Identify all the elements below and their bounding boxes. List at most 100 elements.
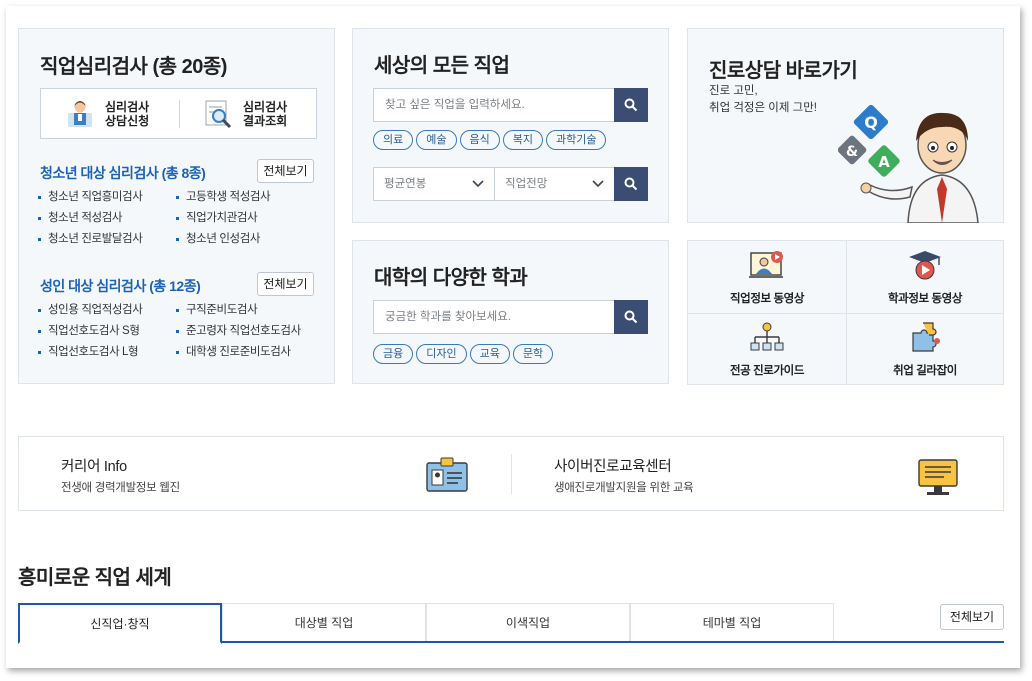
- list-item[interactable]: 청소년 인성검사: [176, 229, 270, 250]
- cyber-center-link[interactable]: 사이버진로교육센터 생애진로개발지원을 위한 교육: [512, 437, 1003, 510]
- qa-counselor-illustration-icon: Q & A: [838, 104, 979, 223]
- job-search-box: 찾고 싶은 직업을 입력하세요.: [373, 88, 648, 122]
- grid-item-label: 전공 진로가이드: [729, 365, 805, 377]
- grid-item-job-guide[interactable]: 취업 길라잡이: [846, 313, 1004, 385]
- tag-chip[interactable]: 예술: [416, 130, 457, 150]
- result-lookup-link[interactable]: 심리검사 결과조회: [203, 89, 287, 138]
- quick-grid-panel: 직업정보 동영상 학과정보 동영상 전공 진로가이드 취업 길라잡이: [687, 240, 1004, 385]
- adult-test-list-left: 성인용 직업적성검사 직업선호도검사 S형 직업선호도검사 L형: [38, 300, 143, 363]
- tag-chip[interactable]: 디자인: [416, 344, 467, 364]
- tag-chip[interactable]: 교육: [469, 344, 510, 364]
- youth-test-list-left: 청소년 직업흥미검사 청소년 적성검사 청소년 진로발달검사: [38, 187, 143, 250]
- tab-new-jobs[interactable]: 신직업·창직: [18, 603, 222, 644]
- search-icon: [624, 177, 638, 191]
- org-chart-icon: [750, 322, 784, 351]
- chevron-down-icon: [592, 180, 604, 188]
- list-item[interactable]: 구직준비도검사: [176, 300, 301, 321]
- tag-chip[interactable]: 금융: [373, 344, 414, 364]
- majors-panel: 대학의 다양한 학과 궁금한 학과를 찾아보세요. 금융 디자인 교육 문학: [352, 240, 669, 384]
- banner-left-title: 커리어 Info: [61, 459, 127, 475]
- tab-by-target[interactable]: 대상별 직업: [222, 603, 426, 641]
- counsel-subtitle: 진로 고민, 취업 걱정은 이제 그만!: [709, 83, 817, 117]
- outlook-select[interactable]: 직업전망: [494, 167, 615, 201]
- tag-chip[interactable]: 음식: [459, 130, 500, 150]
- svg-text:&: &: [846, 144, 858, 160]
- career-info-link[interactable]: 커리어 Info 전생애 경력개발정보 웹진: [19, 437, 511, 510]
- magnifier-doc-icon: [205, 100, 232, 128]
- list-item[interactable]: 직업선호도검사 S형: [38, 321, 142, 342]
- list-item[interactable]: 청소년 적성검사: [38, 208, 142, 229]
- chevron-down-icon: [472, 180, 484, 188]
- banner-right-sub: 생애진로개발지원을 위한 교육: [554, 482, 694, 494]
- salary-select-value: 평균연봉: [384, 178, 427, 190]
- major-search-input[interactable]: 궁금한 학과를 찾아보세요.: [385, 301, 511, 333]
- panel-title: 대학의 다양한 학과: [374, 267, 528, 289]
- major-video-icon: [909, 251, 941, 280]
- tag-chip[interactable]: 의료: [373, 130, 414, 150]
- grid-item-label: 취업 길라잡이: [893, 365, 957, 377]
- job-video-icon: [749, 251, 783, 278]
- grid-item-job-video[interactable]: 직업정보 동영상: [688, 241, 846, 313]
- search-icon: [624, 310, 638, 324]
- youth-test-list-right: 고등학생 적성검사 직업가치관검사 청소년 인성검사: [176, 187, 271, 250]
- counsel-sub-line: 진로 고민,: [709, 85, 758, 97]
- adult-more-button[interactable]: 전체보기: [257, 272, 314, 296]
- svg-text:A: A: [878, 153, 890, 171]
- svg-text:Q: Q: [864, 113, 878, 132]
- youth-test-title[interactable]: 청소년 대상 심리검사 (총 8종): [40, 163, 206, 183]
- list-item[interactable]: 대학생 진로준비도검사: [176, 342, 301, 363]
- psych-test-panel: 직업심리검사 (총 20종) 심리검사 상담신청 심리검사 결과조회 청소년 대…: [18, 28, 335, 384]
- list-item[interactable]: 직업가치관검사: [176, 208, 270, 229]
- list-item[interactable]: 준고령자 직업선호도검사: [176, 321, 301, 342]
- counselor-icon: [68, 100, 92, 127]
- world-more-button[interactable]: 전체보기: [940, 604, 1004, 630]
- grid-item-major-video[interactable]: 학과정보 동영상: [846, 241, 1004, 313]
- puzzle-icon: [912, 322, 940, 352]
- grid-item-label: 학과정보 동영상: [887, 293, 963, 305]
- jobs-panel: 세상의 모든 직업 찾고 싶은 직업을 입력하세요. 의료 예술 음식 복지 과…: [352, 28, 669, 223]
- list-item[interactable]: 청소년 진로발달검사: [38, 229, 143, 250]
- major-search-box: 궁금한 학과를 찾아보세요.: [373, 300, 648, 334]
- section-title: 흥미로운 직업 세계: [18, 567, 172, 589]
- panel-title: 직업심리검사 (총 20종): [40, 56, 227, 78]
- job-search-input[interactable]: 찾고 싶은 직업을 입력하세요.: [385, 89, 525, 121]
- banner-box: 커리어 Info 전생애 경력개발정보 웹진 사이버진로교육센터 생애진로개발지…: [18, 436, 1004, 511]
- outlook-select-value: 직업전망: [505, 178, 548, 190]
- filter-row: 평균연봉 직업전망: [373, 167, 648, 201]
- grid-item-label: 직업정보 동영상: [729, 293, 805, 305]
- tab-theme-jobs[interactable]: 테마별 직업: [630, 603, 834, 641]
- counsel-sub-line: 취업 걱정은 이제 그만!: [709, 102, 817, 114]
- job-tags: 의료 예술 음식 복지 과학기술: [373, 130, 607, 150]
- list-item[interactable]: 성인용 직업적성검사: [38, 300, 143, 321]
- tab-unique-jobs[interactable]: 이색직업: [426, 603, 630, 641]
- major-search-button[interactable]: [614, 300, 648, 334]
- quick-label-1a: 심리검사: [105, 99, 150, 114]
- divider: [834, 641, 1004, 643]
- major-tags: 금융 디자인 교육 문학: [373, 344, 554, 364]
- tag-chip[interactable]: 문학: [512, 344, 554, 364]
- grid-item-major-guide[interactable]: 전공 진로가이드: [688, 313, 846, 385]
- filter-search-button[interactable]: [614, 167, 648, 201]
- youth-more-button[interactable]: 전체보기: [257, 159, 314, 183]
- divider: [179, 100, 180, 128]
- adult-test-list-right: 구직준비도검사 준고령자 직업선호도검사 대학생 진로준비도검사: [176, 300, 301, 363]
- world-tab-bar: 신직업·창직 대상별 직업 이색직업 테마별 직업: [18, 603, 834, 644]
- tag-chip[interactable]: 과학기술: [546, 130, 607, 150]
- quick-label-2b: 결과조회: [243, 113, 288, 128]
- list-item[interactable]: 청소년 직업흥미검사: [38, 187, 143, 208]
- monitor-icon: [918, 459, 958, 495]
- banner-right-title: 사이버진로교육센터: [554, 459, 672, 475]
- id-card-icon: [426, 457, 468, 492]
- list-item[interactable]: 직업선호도검사 L형: [38, 342, 142, 363]
- tag-chip[interactable]: 복지: [502, 130, 543, 150]
- banner-left-sub: 전생애 경력개발정보 웹진: [61, 482, 180, 494]
- salary-select[interactable]: 평균연봉: [373, 167, 495, 201]
- job-search-button[interactable]: [614, 88, 648, 122]
- list-item[interactable]: 고등학생 적성검사: [176, 187, 271, 208]
- adult-test-title[interactable]: 성인 대상 심리검사 (총 12종): [40, 276, 201, 296]
- counsel-request-link[interactable]: 심리검사 상담신청: [65, 89, 149, 138]
- quick-label-2a: 심리검사: [243, 99, 288, 114]
- counsel-panel[interactable]: 진로상담 바로가기 진로 고민, 취업 걱정은 이제 그만! Q & A: [687, 28, 1004, 223]
- panel-title: 진로상담 바로가기: [709, 60, 858, 82]
- quick-label-1b: 상담신청: [105, 113, 150, 128]
